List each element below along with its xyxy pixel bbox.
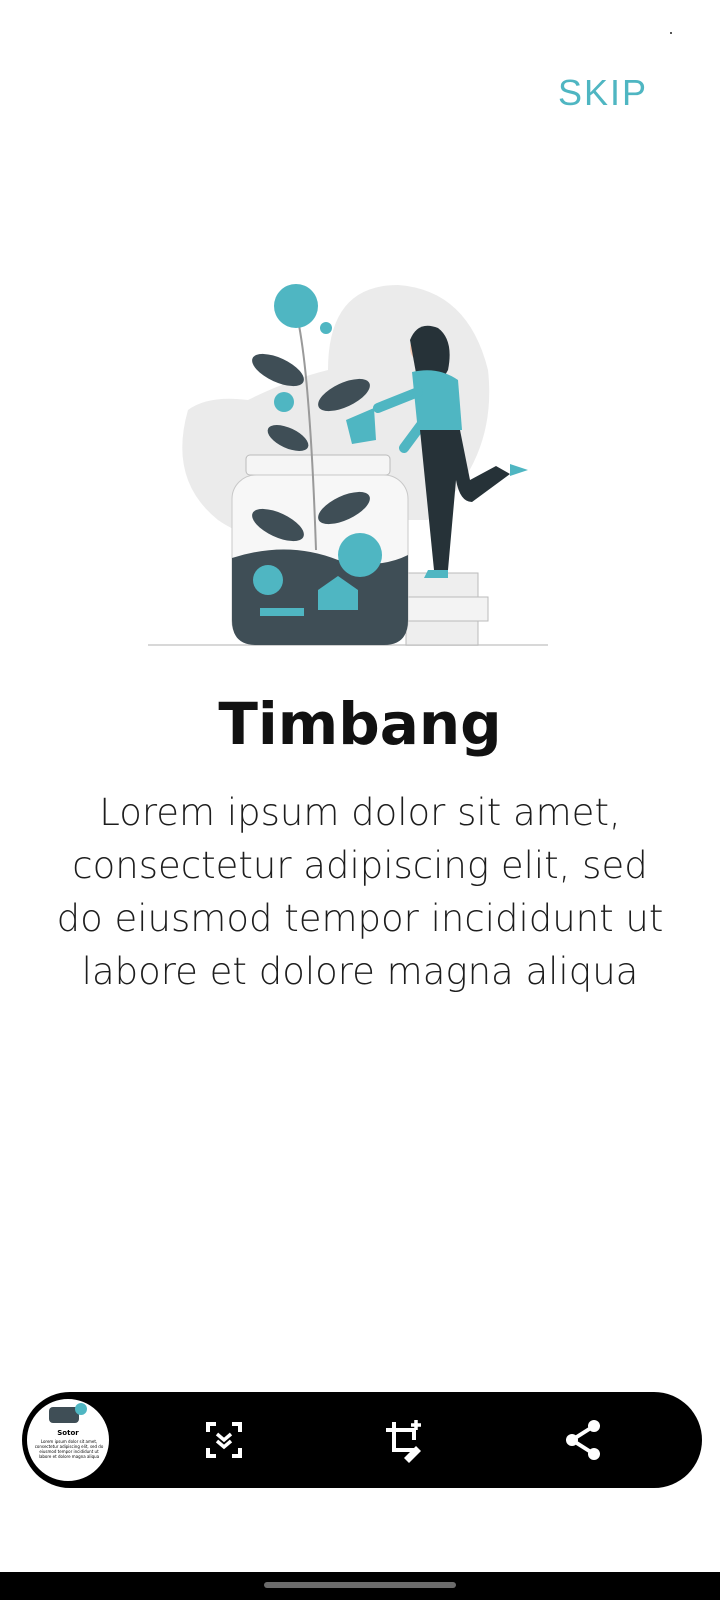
onboarding-illustration	[148, 280, 568, 670]
screenshot-toolbar: Sotor Lorem ipsum dolor sit amet, consec…	[22, 1392, 702, 1488]
share-icon[interactable]	[560, 1416, 608, 1464]
thumbnail-illustration-icon	[49, 1403, 87, 1423]
home-gesture-handle[interactable]	[264, 1582, 456, 1588]
crop-edit-icon[interactable]	[380, 1416, 428, 1464]
scan-icon[interactable]	[200, 1416, 248, 1464]
onboarding-title: Timbang	[218, 690, 502, 758]
system-navigation-bar	[0, 1572, 720, 1600]
onboarding-description: Lorem ipsum dolor sit amet, consectetur …	[56, 791, 664, 993]
screenshot-thumbnail[interactable]: Sotor Lorem ipsum dolor sit amet, consec…	[24, 1396, 112, 1484]
thumbnail-text: Lorem ipsum dolor sit amet, consectetur …	[34, 1439, 104, 1459]
skip-button[interactable]: SKIP	[558, 72, 648, 114]
status-dot	[670, 32, 672, 34]
thumbnail-title: Sotor	[57, 1429, 79, 1437]
